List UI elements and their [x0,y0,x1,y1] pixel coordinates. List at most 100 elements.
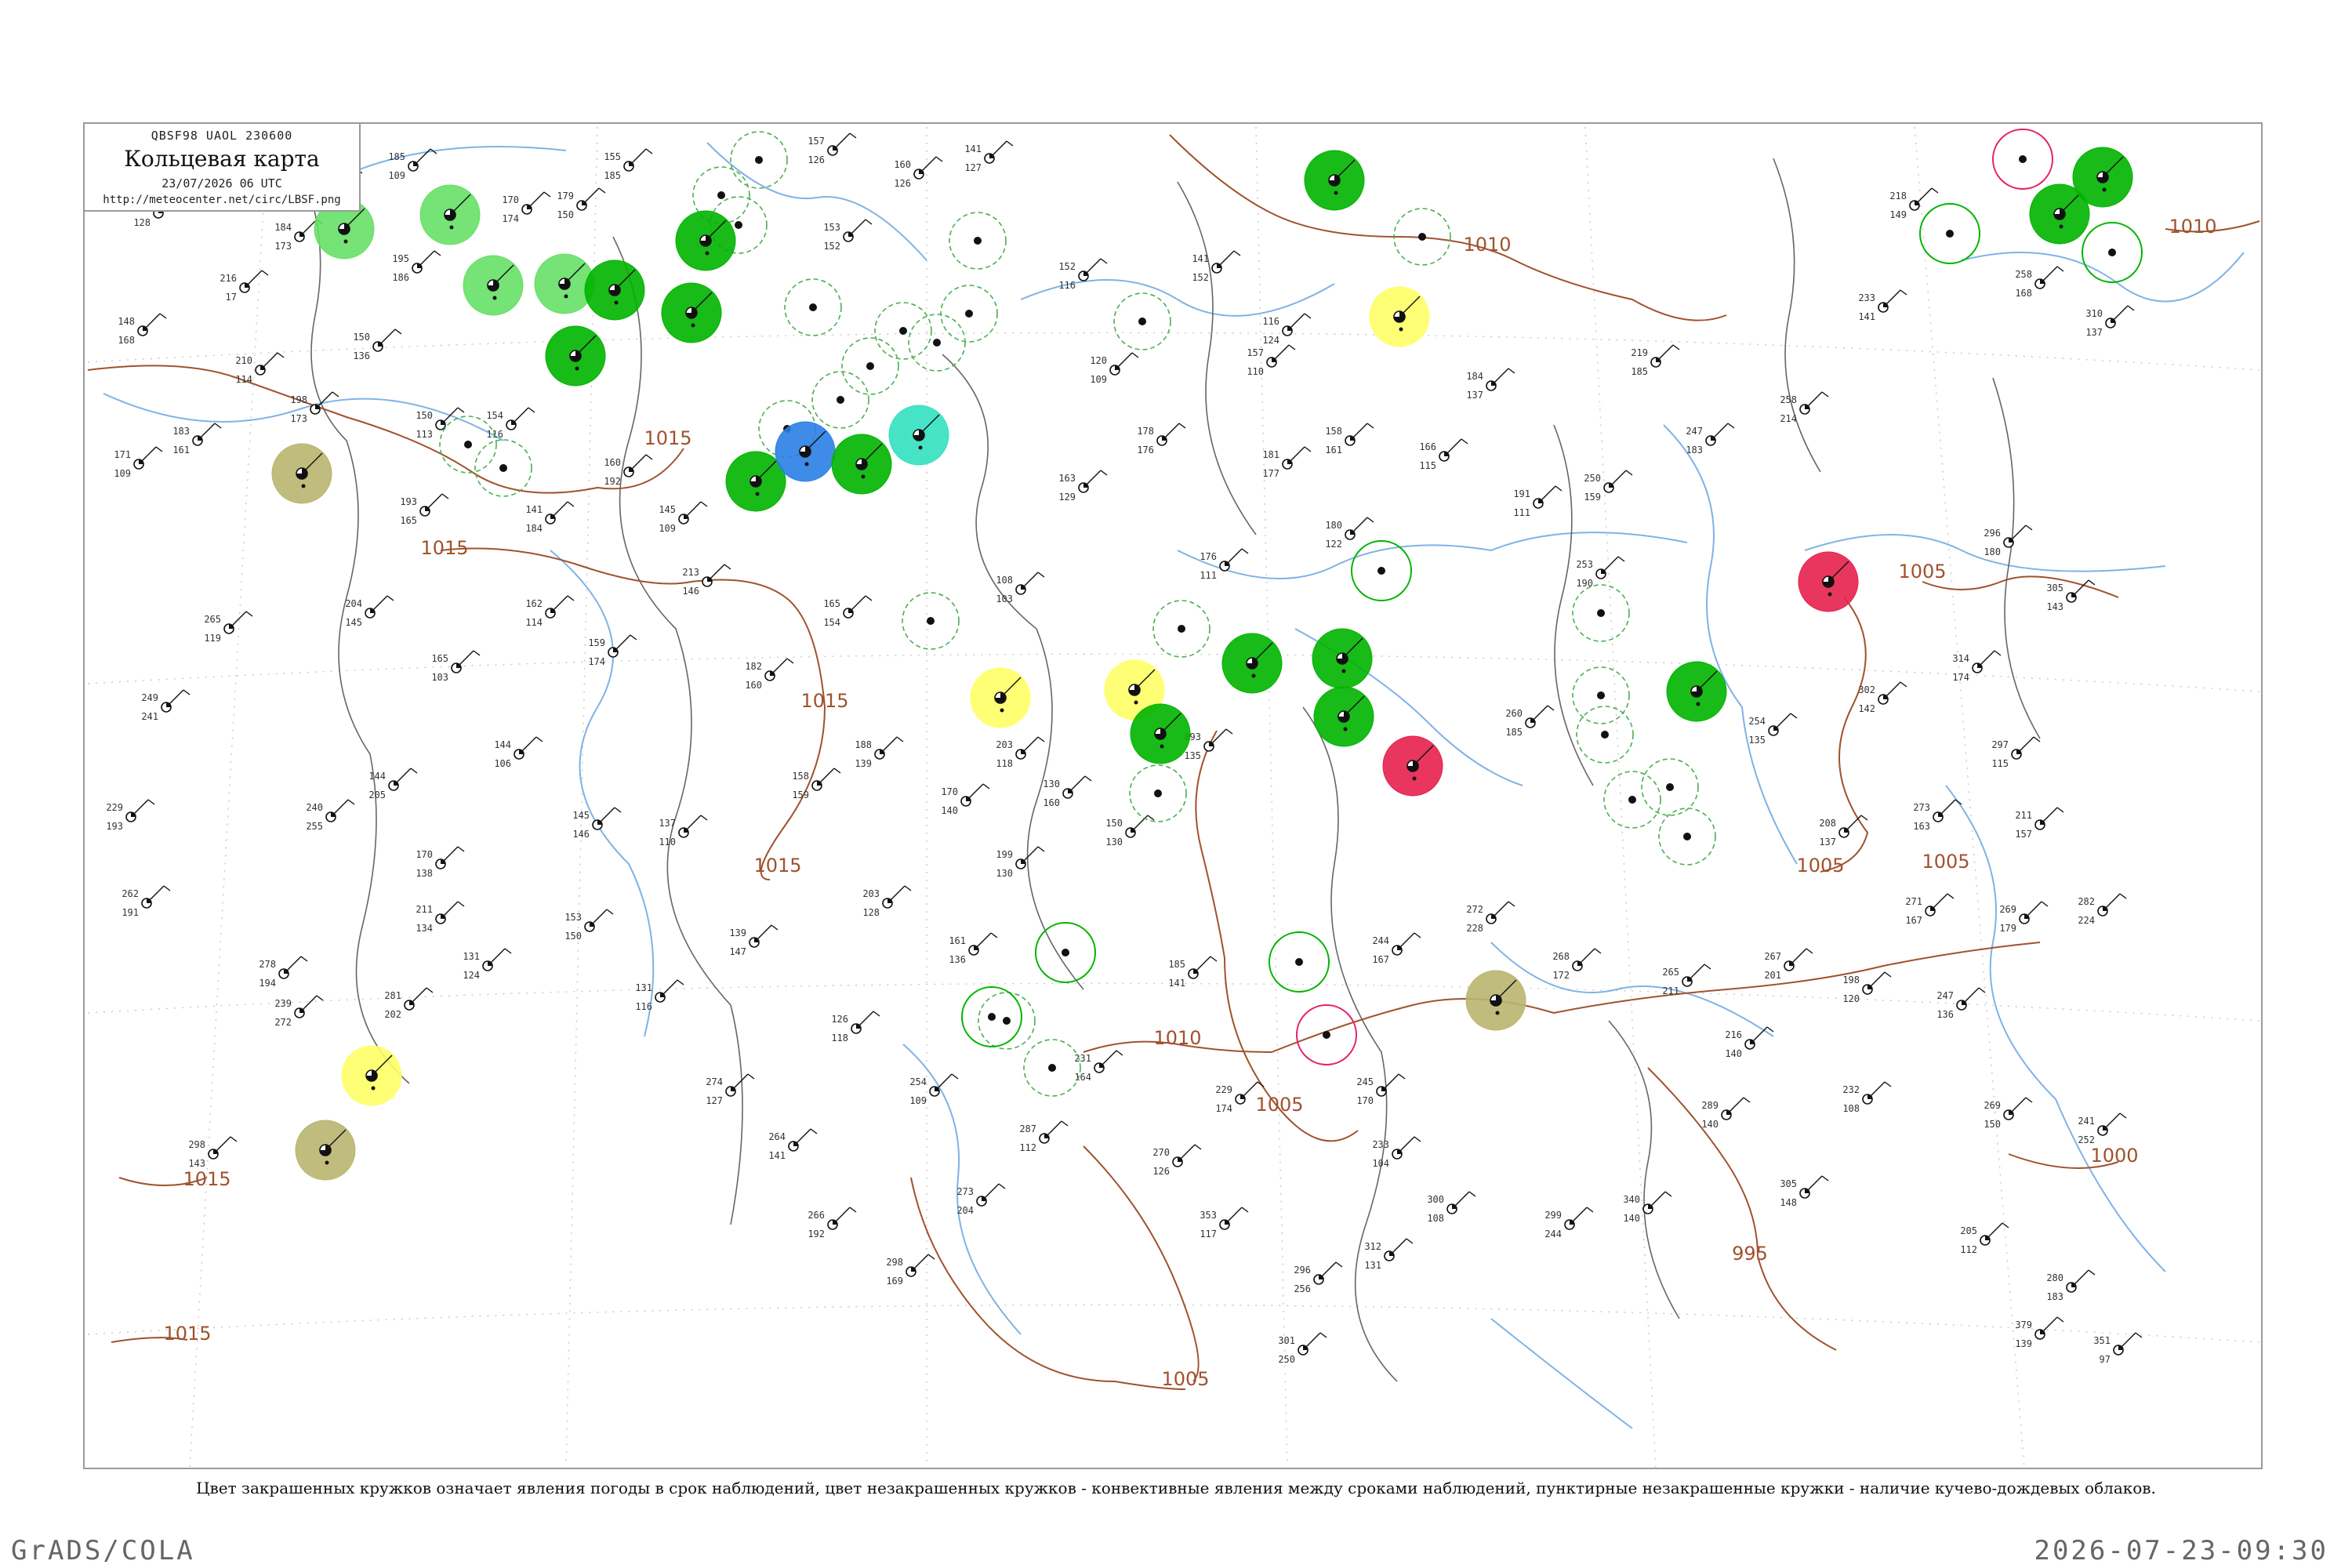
station-plot: 193 165 [400,493,449,526]
station-temperature: 158 [792,771,809,782]
station-plot: 181 177 [1262,446,1312,479]
station-plot: 211 157 [2015,807,2064,840]
weather-circle [584,260,645,321]
station-dewpoint: 128 [133,217,151,228]
station-temperature: 154 [486,410,503,421]
station-temperature: 179 [557,191,574,201]
station-marker-icon [464,441,472,448]
wind-barb-flag-icon [1225,728,1233,735]
station-temperature: 265 [204,614,221,625]
station-dewpoint: 136 [1936,1009,1954,1020]
precipitation-dot-icon [691,323,695,328]
station-temperature: 269 [1984,1100,2001,1111]
map-url[interactable]: http://meteocenter.net/circ/LBSF.png [85,194,359,206]
station-marker-icon [988,1013,996,1021]
station-temperature: 216 [220,273,237,284]
station-plot: 155 185 [604,148,653,181]
precipitation-dot-icon [1399,327,1403,332]
wind-barb-flag-icon [183,689,191,695]
wind-barb-icon [1933,893,1948,909]
station-dewpoint: 143 [188,1158,205,1169]
wind-barb-icon [521,736,537,752]
wind-barb-icon [976,932,992,948]
station-dewpoint: 131 [1364,1260,1381,1271]
wind-barb-icon [968,783,984,799]
station-dewpoint: 205 [368,789,386,800]
synoptic-map: 1015 1015 1015 1015 1010 1010 1010 1005 1005 1005… [83,122,2263,1469]
wind-barb-flag-icon [1586,1207,1594,1213]
wind-barb-icon [514,407,529,423]
station-dewpoint: 152 [823,241,840,252]
wind-barb-icon [686,815,702,830]
station-dewpoint: 184 [525,523,543,534]
precipitation-dot-icon [861,474,866,479]
weather-circle [419,184,481,245]
wind-barb-flag-icon [1900,289,1907,296]
wind-barb-flag-icon [504,948,512,954]
wind-barb-flag-icon [535,736,543,742]
rivers [95,142,2245,1429]
precipitation-dot-icon [1495,1011,1500,1015]
wind-barb-icon [2105,893,2121,909]
station-temperature: 153 [564,912,582,923]
wind-barb-flag-icon [1860,815,1868,821]
wind-barb-icon [1399,932,1415,948]
wind-barb-flag-icon [645,454,653,460]
station-plot: 152 116 [1058,258,1108,291]
station-dewpoint: 112 [1960,1244,1977,1255]
station-marker-icon [1946,230,1954,238]
station-dewpoint: 112 [1019,1142,1036,1153]
wind-barb-flag-icon [849,132,857,139]
wind-barb-icon [263,352,278,368]
station-dewpoint: 115 [1419,460,1436,471]
station-dewpoint: 141 [1168,978,1185,989]
station-plot: 148 168 [118,313,167,346]
weather-circle [1313,686,1374,747]
wind-barb-flag-icon [163,885,171,891]
station-plot: 258 214 [1780,391,1829,424]
station-temperature: 250 [1584,473,1601,484]
wind-barb-flag-icon [1100,470,1108,476]
wind-barb-flag-icon [865,595,873,601]
wind-barb-flag-icon [1288,344,1296,350]
station-plot: 296 180 [1984,524,2033,557]
station-dewpoint: 256 [1294,1283,1311,1294]
station-dewpoint: 97 [2100,1354,2111,1365]
precipitation-dot-icon [755,492,760,496]
station-marker-icon [899,327,907,335]
station-dewpoint: 117 [1200,1229,1217,1240]
station-dewpoint: 126 [808,154,825,165]
station-plot: 241 252 [2078,1112,2127,1145]
station-marker-icon [1683,833,1691,840]
station-temperature: 268 [1552,951,1570,962]
precipitation-dot-icon [614,300,619,305]
wind-barb-flag-icon [2041,901,2049,907]
weather-circle [1369,286,1430,347]
station-plot: 239 272 [274,995,324,1028]
station-marker-icon [2108,249,2116,256]
station-marker-icon [1295,958,1303,966]
precipitation-dot-icon [804,462,809,466]
station-plot: 310 137 [2085,305,2135,338]
wind-barb-flag-icon [833,768,841,774]
wind-barb-icon [921,156,937,172]
wind-barb-icon [419,250,435,266]
wind-barb-icon [1086,470,1102,485]
station-temperature: 211 [416,904,433,915]
station-plot: 312 131 [1364,1238,1414,1271]
wind-barb-icon [247,270,263,285]
wind-barb-flag-icon [410,768,418,774]
station-plot: 170 140 [941,783,990,816]
station-dewpoint: 173 [274,241,292,252]
station-dewpoint: 241 [141,711,158,722]
station-temperature: 231 [1074,1053,1091,1064]
station-plot: 247 183 [1686,423,1735,456]
wind-barb-flag-icon [1821,391,1829,397]
station-dewpoint: 143 [2046,601,2063,612]
isobar-label: 995 [1732,1243,1768,1265]
wind-barb-icon [286,956,302,971]
precipitation-dot-icon [1160,744,1164,749]
station-marker-icon [974,237,982,245]
wind-barb-icon [913,1254,929,1269]
station-plot: 353 117 [1200,1207,1249,1240]
